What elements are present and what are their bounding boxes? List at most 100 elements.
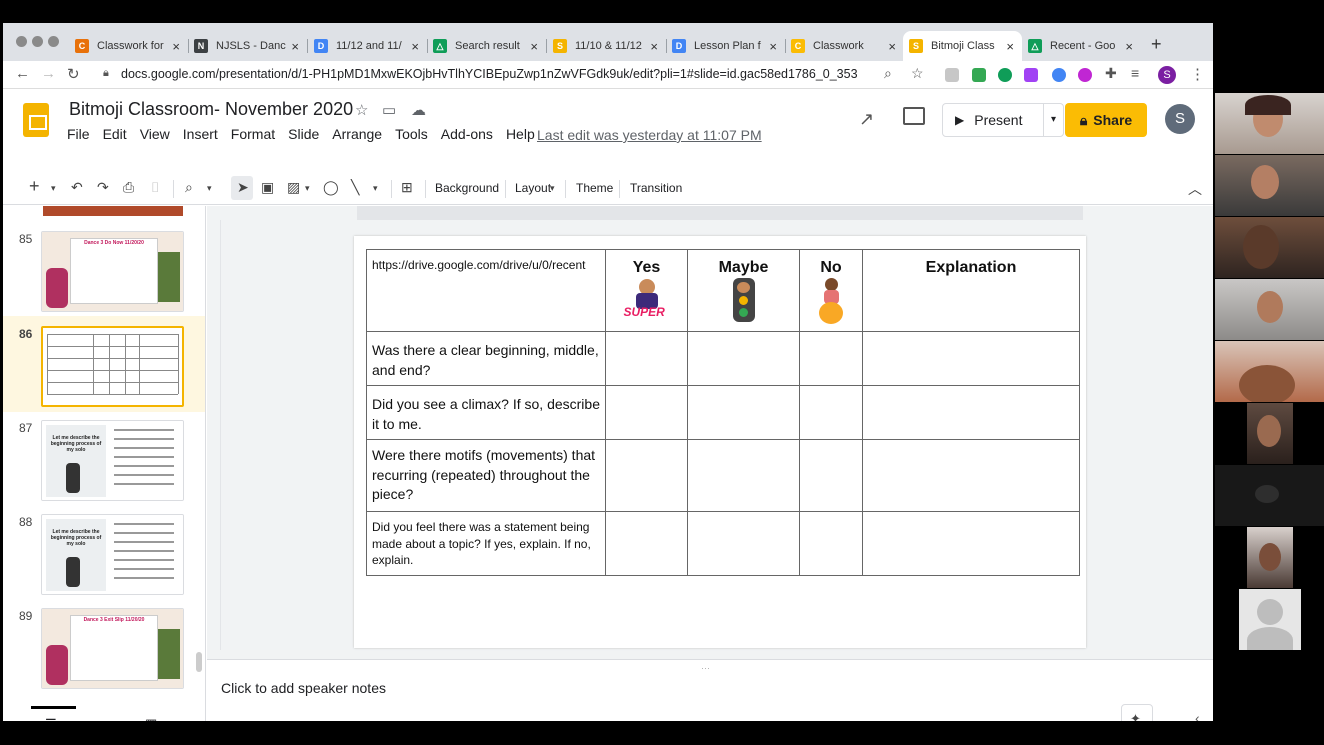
star-icon[interactable]: ☆ — [355, 101, 368, 119]
browser-tab[interactable]: △ Recent - Goo × — [1022, 31, 1141, 61]
maybe-cell[interactable] — [687, 439, 800, 512]
maybe-cell[interactable] — [687, 511, 800, 576]
close-tab-icon[interactable]: × — [1006, 39, 1014, 54]
close-tab-icon[interactable]: × — [172, 39, 180, 54]
minimize-window-icon[interactable] — [32, 36, 43, 47]
browser-tab[interactable]: D Lesson Plan f × — [666, 31, 785, 61]
menu-slide[interactable]: Slide — [288, 126, 319, 142]
menu-edit[interactable]: Edit — [103, 126, 127, 142]
zoom-icon[interactable]: ⌕ — [185, 179, 193, 196]
line-icon[interactable]: ╲ — [351, 179, 359, 196]
close-tab-icon[interactable]: × — [650, 39, 658, 54]
browser-tab[interactable]: C Classwork × — [785, 31, 904, 61]
menu-view[interactable]: View — [140, 126, 170, 142]
url-field[interactable]: docs.google.com/presentation/d/1-PH1pMD1… — [121, 67, 858, 81]
speaker-notes-placeholder[interactable]: Click to add speaker notes — [221, 680, 386, 696]
question-cell[interactable]: Did you feel there was a statement being… — [366, 511, 606, 576]
slide-thumbnail[interactable] — [41, 326, 184, 407]
zoom-dropdown-icon[interactable]: ▾ — [207, 183, 212, 194]
no-cell[interactable] — [799, 439, 863, 512]
current-slide[interactable]: https://drive.google.com/drive/u/0/recen… — [354, 236, 1086, 648]
comments-icon[interactable] — [903, 107, 925, 125]
maximize-window-icon[interactable] — [48, 36, 59, 47]
slide-thumbnail[interactable]: Dance 3 Do Now 11/20/20 — [41, 231, 184, 312]
cloud-saved-icon[interactable]: ☁ — [411, 101, 426, 119]
close-tab-icon[interactable]: × — [769, 39, 777, 54]
present-dropdown-icon[interactable]: ▾ — [1043, 104, 1063, 136]
yes-cell[interactable] — [605, 439, 688, 512]
maybe-cell[interactable] — [687, 331, 800, 386]
menu-add-ons[interactable]: Add-ons — [441, 126, 493, 142]
menu-arrange[interactable]: Arrange — [332, 126, 382, 142]
thumbnail-partial[interactable] — [43, 206, 183, 216]
explanation-cell[interactable] — [862, 439, 1080, 512]
grammarly-icon[interactable] — [998, 68, 1012, 82]
extension-icon[interactable] — [1024, 68, 1038, 82]
comment-add-icon[interactable]: ⊞ — [401, 179, 413, 196]
new-slide-icon[interactable]: + — [29, 176, 40, 197]
notes-resize-handle[interactable]: ··· — [701, 663, 710, 673]
last-edit-link[interactable]: Last edit was yesterday at 11:07 PM — [537, 127, 762, 143]
close-window-icon[interactable] — [16, 36, 27, 47]
move-folder-icon[interactable]: ▭ — [382, 101, 396, 119]
activity-dashboard-icon[interactable]: ↗ — [859, 109, 874, 130]
playlist-icon[interactable]: ≡ — [1131, 65, 1139, 81]
new-tab-button[interactable]: + — [1151, 34, 1162, 55]
side-panel-toggle-icon[interactable]: ‹ — [1195, 710, 1200, 721]
question-cell[interactable]: Was there a clear beginning, middle, and… — [366, 331, 606, 386]
maybe-cell[interactable] — [687, 385, 800, 440]
yes-column-header[interactable]: Yes SUPER — [605, 249, 688, 332]
menu-tools[interactable]: Tools — [395, 126, 428, 142]
paint-format-icon[interactable]: ⌷ — [151, 179, 159, 196]
background-button[interactable]: Background — [435, 181, 499, 195]
theme-button[interactable]: Theme — [576, 181, 613, 195]
explanation-cell[interactable] — [862, 331, 1080, 386]
menu-help[interactable]: Help — [506, 126, 535, 142]
share-button[interactable]: 🔒︎ Share — [1065, 103, 1147, 137]
explanation-cell[interactable] — [862, 511, 1080, 576]
slide-thumbnail[interactable]: Let me describe the beginning process of… — [41, 514, 184, 595]
extension-icon[interactable] — [972, 68, 986, 82]
menu-file[interactable]: File — [67, 126, 90, 142]
text-box-icon[interactable]: ▣ — [261, 179, 274, 196]
extension-icon[interactable] — [1078, 68, 1092, 82]
yes-cell[interactable] — [605, 511, 688, 576]
close-tab-icon[interactable]: × — [888, 39, 896, 54]
undo-icon[interactable]: ↶ — [71, 179, 83, 196]
present-button[interactable]: ▶ Present ▾ — [942, 103, 1064, 137]
redo-icon[interactable]: ↷ — [97, 179, 109, 196]
extension-icon[interactable] — [945, 68, 959, 82]
bookmark-star-icon[interactable]: ☆ — [911, 65, 924, 82]
menu-insert[interactable]: Insert — [183, 126, 218, 142]
profile-avatar[interactable]: S — [1158, 66, 1176, 84]
browser-menu-icon[interactable]: ⋮ — [1190, 65, 1205, 83]
link-cell[interactable]: https://drive.google.com/drive/u/0/recen… — [366, 249, 606, 332]
back-icon[interactable]: ← — [15, 65, 30, 82]
slides-logo-icon[interactable] — [23, 103, 49, 137]
drive-link[interactable]: https://drive.google.com/drive/u/0/recen… — [372, 258, 585, 272]
yes-cell[interactable] — [605, 385, 688, 440]
question-cell[interactable]: Were there motifs (movements) that recur… — [366, 439, 606, 512]
close-tab-icon[interactable]: × — [411, 39, 419, 54]
document-title[interactable]: Bitmoji Classroom- November 2020 — [69, 99, 353, 120]
forward-icon[interactable]: → — [41, 65, 56, 82]
browser-tab[interactable]: △ Search result × — [427, 31, 546, 61]
extension-icon[interactable] — [1052, 68, 1066, 82]
zoom-icon[interactable]: ⌕ — [884, 65, 892, 82]
maybe-column-header[interactable]: Maybe — [687, 249, 800, 332]
no-cell[interactable] — [799, 331, 863, 386]
explanation-cell[interactable] — [862, 385, 1080, 440]
shape-icon[interactable]: ◯ — [323, 179, 339, 196]
line-dropdown-icon[interactable]: ▾ — [373, 183, 378, 194]
browser-tab[interactable]: S Bitmoji Class × — [903, 31, 1022, 61]
no-column-header[interactable]: No — [799, 249, 863, 332]
explanation-column-header[interactable]: Explanation — [862, 249, 1080, 332]
speaker-notes-panel[interactable]: ··· Click to add speaker notes ✦ ‹ — [207, 659, 1213, 721]
grid-view-icon[interactable]: ▦ — [145, 716, 157, 721]
no-cell[interactable] — [799, 511, 863, 576]
extensions-puzzle-icon[interactable]: ✚ — [1105, 65, 1117, 82]
browser-tab[interactable]: N NJSLS - Danc × — [188, 31, 307, 61]
image-icon[interactable]: ▨ — [287, 179, 300, 196]
close-tab-icon[interactable]: × — [530, 39, 538, 54]
filmstrip-view-icon[interactable]: ☰ — [45, 716, 57, 721]
